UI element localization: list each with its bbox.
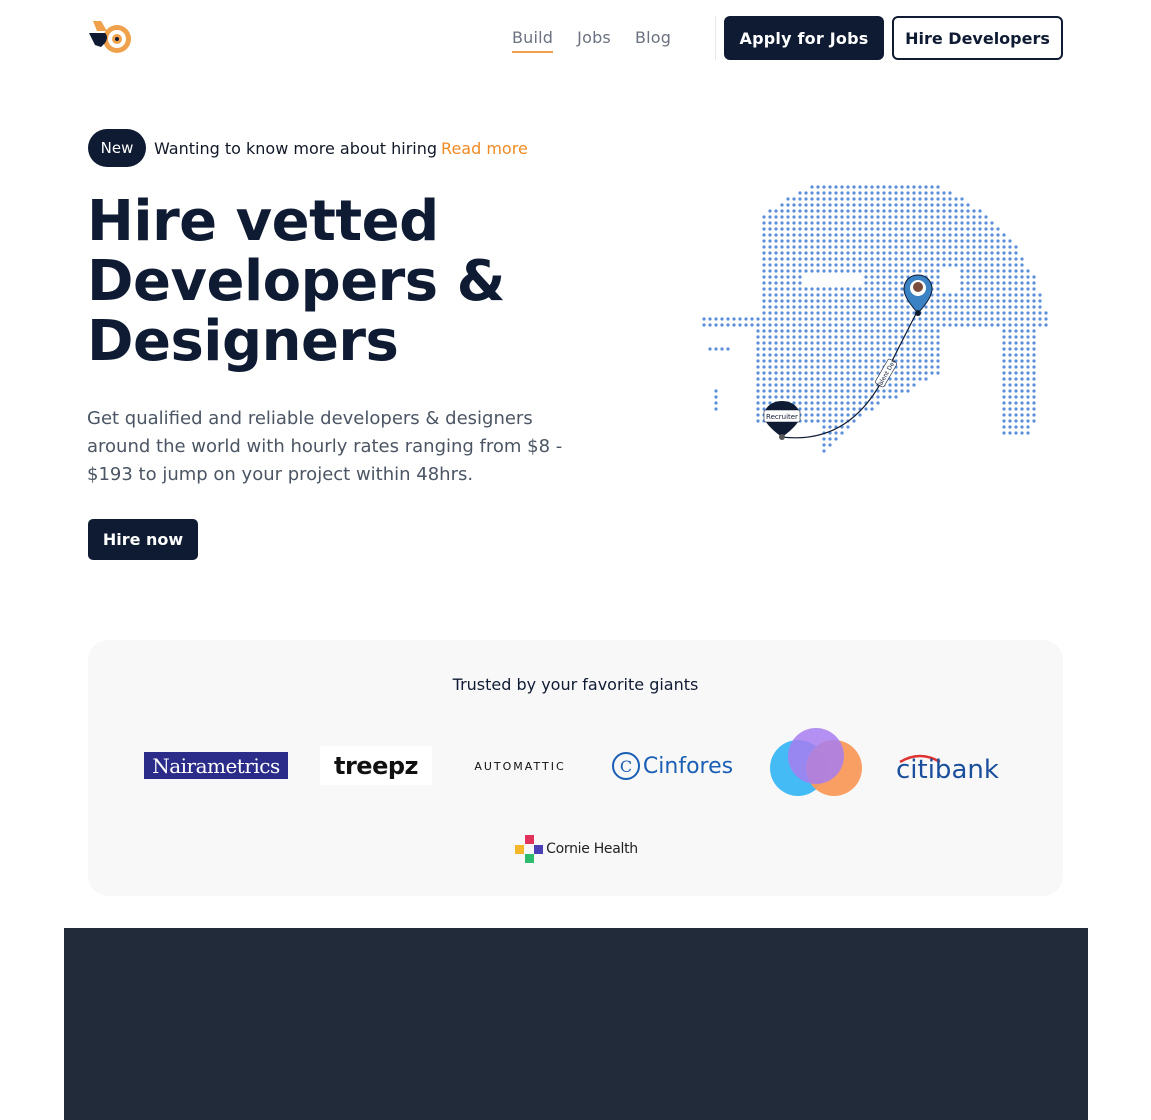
announcement-bar: New Wanting to know more about hiring Re…: [88, 129, 528, 167]
nav-blog[interactable]: Blog: [635, 28, 671, 53]
nav-jobs[interactable]: Jobs: [577, 28, 611, 53]
svg-text:citibank: citibank: [896, 755, 999, 782]
citibank-logo: citibank: [896, 750, 1008, 782]
recruiter-pin-icon: Recruiter: [763, 401, 801, 440]
developer-pin-icon: [903, 274, 933, 316]
svg-text:C: C: [620, 757, 632, 776]
cornie-health-logo: Cornie Health: [511, 832, 641, 866]
main-nav: Build Jobs Blog: [512, 28, 695, 53]
announcement-text: Wanting to know more about hiring: [154, 138, 438, 158]
dark-section: [64, 928, 1088, 1120]
treepz-logo: treepz: [320, 746, 432, 785]
read-more-link[interactable]: Read more: [441, 139, 528, 158]
hero-title: Hire vetted Developers & Designers: [87, 189, 505, 374]
world-map-illustration: Talent Dev Recruiter: [700, 175, 1050, 465]
new-badge: New: [88, 129, 146, 167]
trusted-by-section: Trusted by your favorite giants Nairamet…: [88, 640, 1063, 896]
nairametrics-logo: Nairametrics: [144, 752, 288, 779]
hero-subtitle: Get qualified and reliable developers & …: [87, 408, 563, 485]
route-line: [781, 309, 919, 439]
cinfores-logo: C Cinfores: [608, 744, 736, 788]
automattic-logo: AUTOMATTIC: [474, 759, 566, 773]
site-header: Build Jobs Blog Apply for Jobs Hire Deve…: [0, 0, 1151, 78]
hire-now-button[interactable]: Hire now: [88, 519, 198, 560]
nav-build[interactable]: Build: [512, 28, 554, 53]
svg-text:Recruiter: Recruiter: [766, 413, 798, 421]
hire-developers-button[interactable]: Hire Developers: [892, 16, 1063, 60]
apply-for-jobs-button[interactable]: Apply for Jobs: [724, 16, 884, 60]
brand-logo-icon[interactable]: [87, 19, 133, 57]
trusted-title: Trusted by your favorite giants: [452, 675, 699, 694]
overlapping-circles-logo: [768, 728, 864, 802]
map-dots: [702, 185, 1048, 453]
header-divider: [715, 16, 716, 60]
